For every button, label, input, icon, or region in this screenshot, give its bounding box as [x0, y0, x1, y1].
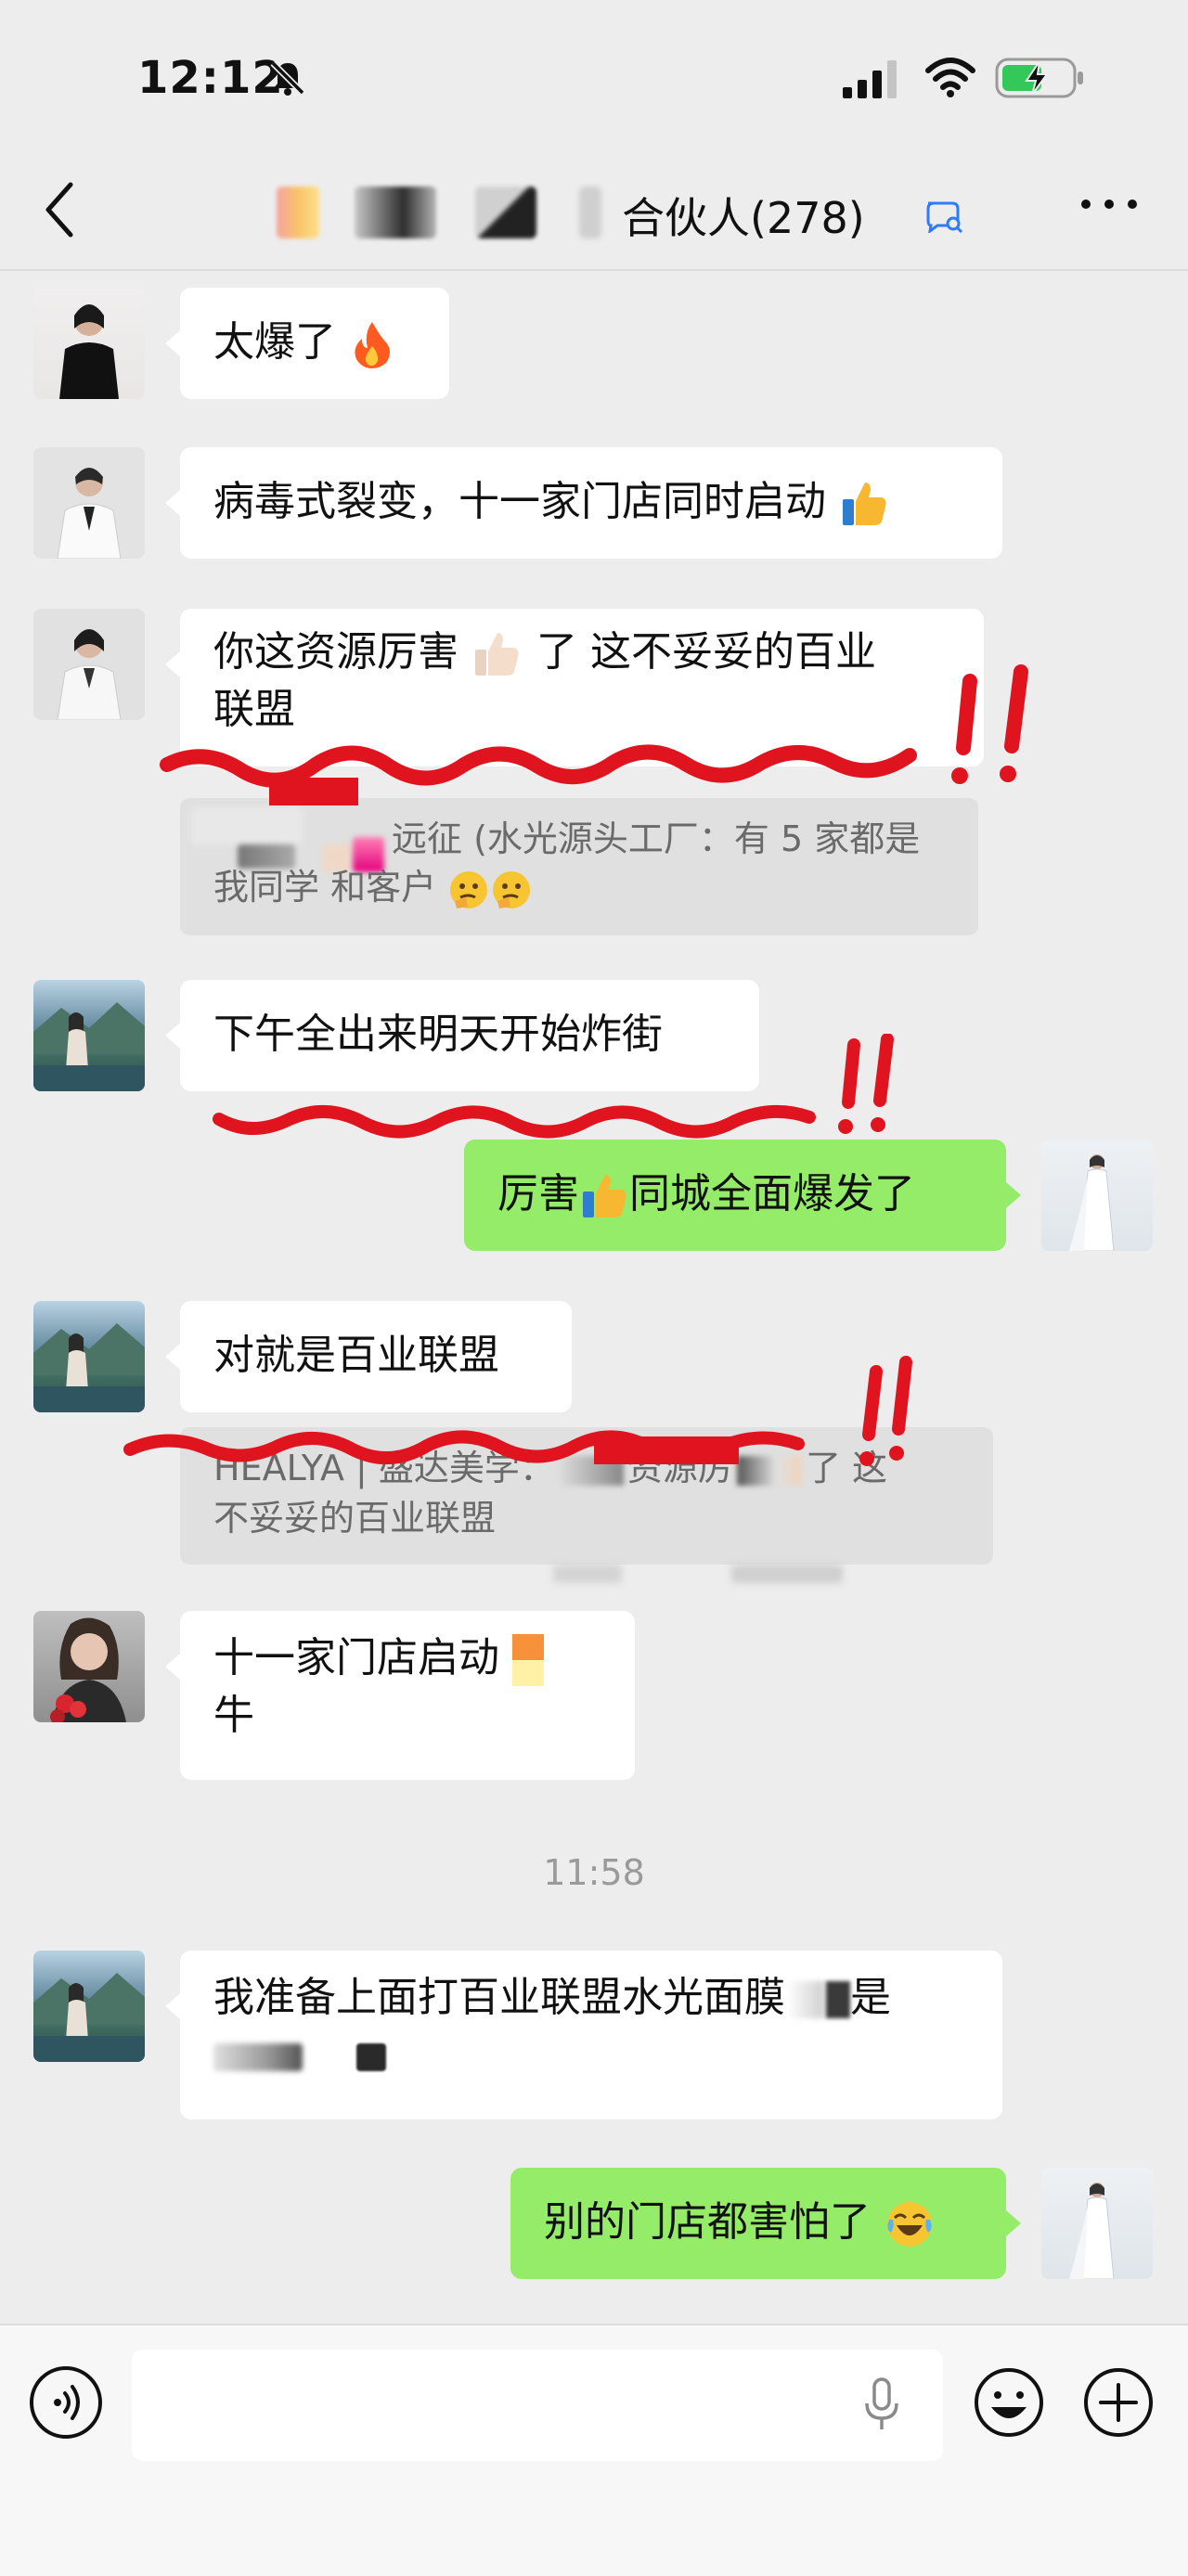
message-text: 别的门店都害怕了 — [544, 2198, 871, 2246]
redacted-text — [213, 2043, 303, 2071]
chat-bubble[interactable]: 下午全出来明天开始炸街 — [180, 980, 759, 1091]
laughing-icon — [887, 2202, 932, 2247]
quoted-message[interactable]: HEALYA | 盛达美学： 资源厉 了 这 不妥妥的百业联盟 — [180, 1427, 993, 1565]
chat-bubble[interactable]: 太爆了 — [180, 288, 449, 399]
thinking-face-icon — [450, 870, 488, 908]
quote-redacted — [558, 1455, 624, 1486]
redacted-text — [826, 1981, 850, 2018]
avatar[interactable] — [33, 447, 145, 559]
voice-icon — [54, 2385, 80, 2420]
message-text: 下午全出来明天开始炸街 — [213, 1011, 663, 1058]
wifi-icon — [925, 58, 975, 97]
battery-charging-icon — [995, 58, 1083, 98]
fire-icon — [355, 322, 390, 368]
message-text: 太爆了 — [213, 318, 336, 366]
timestamp: 11:58 — [543, 1852, 645, 1893]
chat-bubble[interactable]: 对就是百业联盟 — [180, 1301, 572, 1412]
status-time: 12:12 — [137, 52, 284, 104]
title-redacted-text — [355, 187, 436, 238]
emoji-icon[interactable] — [973, 2366, 1045, 2439]
quote-text: 资源厉 — [626, 1448, 733, 1488]
message-text: 厉害 — [497, 1170, 579, 1217]
thumbs-up-icon — [583, 1175, 626, 1217]
chat-bubble[interactable]: 病毒式裂变，十一家门店同时启动 — [180, 447, 1002, 559]
voice-input-button[interactable] — [30, 2366, 102, 2439]
input-bar — [0, 2324, 1188, 2576]
message-text: 联盟 — [213, 686, 295, 733]
avatar[interactable] — [33, 1951, 145, 2062]
message-text: 了 这不妥妥的百业 — [536, 628, 876, 676]
back-icon[interactable] — [41, 179, 78, 240]
chat-bubble[interactable]: 厉害 同城全面爆发了 — [464, 1140, 1006, 1251]
message-text: 你这资源厉害 — [213, 628, 458, 676]
my-avatar[interactable] — [1041, 1140, 1153, 1251]
avatar[interactable] — [33, 609, 145, 720]
title-redacted-text — [579, 187, 601, 238]
redacted-text — [787, 1981, 824, 2018]
quote-text: 远征 (水光源头工厂：有 5 家都是 — [392, 818, 921, 859]
chat-title[interactable]: 合伙人(278) — [269, 179, 1012, 244]
message-input[interactable] — [132, 2350, 943, 2461]
mic-icon[interactable] — [863, 2377, 900, 2433]
message-text: 十一家门店启动 — [213, 1634, 499, 1681]
thumbs-up-icon — [475, 633, 519, 676]
chat-bubble[interactable]: 你这资源厉害 了 这不妥妥的百业 联盟 — [180, 609, 984, 766]
title-redacted-text — [475, 187, 536, 238]
chat-bubble[interactable]: 十一家门店启动 牛 — [180, 1611, 635, 1780]
chat-bubble[interactable]: 别的门店都害怕了 — [510, 2168, 1006, 2279]
chat-bubble[interactable]: 我准备上面打百业联盟水光面膜 是 — [180, 1951, 1002, 2119]
bell-slash-icon — [270, 60, 305, 96]
message-text: 同城全面爆发了 — [629, 1170, 915, 1217]
signal-icon — [843, 60, 897, 98]
quote-text: HEALYA | 盛达美学： — [213, 1448, 555, 1488]
quoted-message[interactable]: 远征 (水光源头工厂：有 5 家都是 我同学 和客户 — [180, 798, 978, 935]
thinking-face-icon — [493, 870, 531, 908]
quote-text: 不妥妥的百业联盟 — [213, 1498, 497, 1539]
redacted-emoji — [512, 1634, 544, 1686]
message-text: 牛 — [213, 1692, 254, 1739]
avatar[interactable] — [33, 1611, 145, 1722]
redacted-text — [356, 2043, 386, 2071]
more-icon[interactable] — [1077, 190, 1142, 218]
avatar[interactable] — [33, 980, 145, 1091]
quote-text: 了 这 — [805, 1448, 888, 1488]
chat-title-text: 合伙人(278) — [622, 193, 865, 243]
title-redacted-emoji — [277, 187, 319, 238]
quote-redacted — [736, 1455, 802, 1486]
message-text: 病毒式裂变，十一家门店同时启动 — [213, 478, 826, 525]
message-text: 对就是百业联盟 — [213, 1332, 499, 1379]
avatar[interactable] — [33, 1301, 145, 1412]
plus-icon[interactable] — [1082, 2366, 1155, 2439]
thumbs-up-icon — [843, 483, 886, 525]
chat-header: 合伙人(278) — [0, 153, 1188, 271]
my-avatar[interactable] — [1041, 2168, 1153, 2279]
message-text: 我准备上面打百业联盟水光面膜 — [213, 1974, 785, 2021]
quote-text: 我同学 和客户 — [213, 867, 437, 908]
status-bar: 12:12 — [0, 0, 1188, 153]
message-text: 是 — [850, 1974, 891, 2021]
chat-search-icon[interactable] — [923, 200, 963, 233]
avatar[interactable] — [33, 288, 145, 399]
